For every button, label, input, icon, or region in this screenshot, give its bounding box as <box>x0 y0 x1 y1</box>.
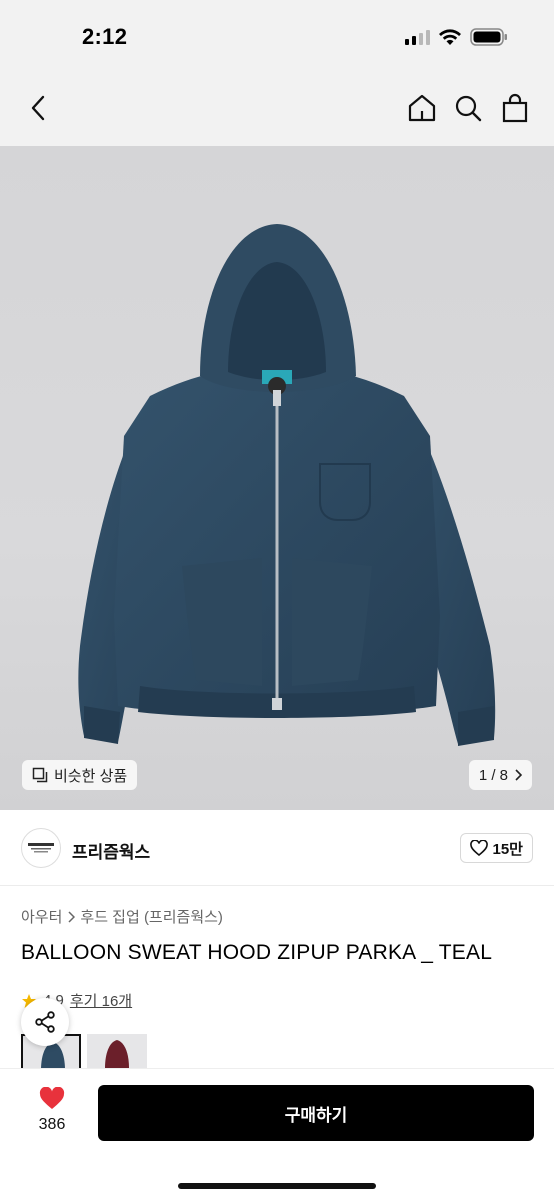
breadcrumb-item-category[interactable]: 후드 집업 (프리즘웍스) <box>80 906 223 927</box>
battery-icon <box>470 28 507 46</box>
buy-button[interactable]: 구매하기 <box>98 1085 534 1141</box>
page-indicator-text: 1 / 8 <box>478 766 508 784</box>
breadcrumb: 아우터 후드 집업 (프리즘웍스) <box>21 906 223 927</box>
product-title: BALLOON SWEAT HOOD ZIPUP PARKA _ TEAL <box>21 941 493 964</box>
share-button[interactable] <box>21 998 69 1046</box>
wishlist-button[interactable]: 386 <box>28 1087 76 1134</box>
hoodie-image <box>78 224 496 746</box>
similar-products-button[interactable]: 비슷한 상품 <box>22 760 138 790</box>
home-icon <box>408 94 436 122</box>
brand-row: 프리즘웍스 15만 <box>0 810 554 886</box>
image-page-indicator[interactable]: 1 / 8 <box>468 760 532 790</box>
similar-products-icon <box>32 767 48 783</box>
status-icons <box>405 28 508 46</box>
burgundy-hoodie-thumbnail <box>87 1034 147 1068</box>
brand-like-button[interactable]: 15만 <box>459 833 533 863</box>
similar-products-label: 비슷한 상품 <box>54 767 128 785</box>
search-button[interactable] <box>448 88 488 128</box>
status-bar: 2:12 <box>0 0 554 70</box>
brand-like-count: 15만 <box>492 840 524 858</box>
back-icon <box>31 95 45 121</box>
brand-logo-icon <box>28 843 54 853</box>
status-time: 2:12 <box>82 24 128 49</box>
cart-button[interactable] <box>495 88 535 128</box>
back-button[interactable] <box>18 88 58 128</box>
brand-logo[interactable] <box>21 828 61 868</box>
product-image-carousel[interactable]: 비슷한 상품 1 / 8 <box>0 146 554 810</box>
home-indicator <box>178 1183 376 1189</box>
top-navigation-bar <box>0 70 554 146</box>
breadcrumb-item-outer[interactable]: 아우터 <box>21 906 62 927</box>
cellular-signal-icon <box>405 29 430 45</box>
color-option-burgundy[interactable] <box>87 1034 147 1068</box>
wishlist-count: 386 <box>38 1116 66 1133</box>
bottom-action-bar: 386 구매하기 <box>0 1068 554 1200</box>
share-icon <box>35 1011 55 1033</box>
brand-name[interactable]: 프리즘웍스 <box>72 838 150 863</box>
reviews-link[interactable]: 후기 16개 <box>70 990 132 1011</box>
heart-outline-icon <box>469 840 488 856</box>
heart-filled-icon <box>39 1087 65 1109</box>
home-button[interactable] <box>402 88 442 128</box>
wifi-icon <box>439 28 461 45</box>
shopping-bag-icon <box>502 93 528 123</box>
chevron-right-icon <box>515 769 522 781</box>
search-icon <box>455 95 482 122</box>
chevron-right-icon <box>68 910 76 923</box>
